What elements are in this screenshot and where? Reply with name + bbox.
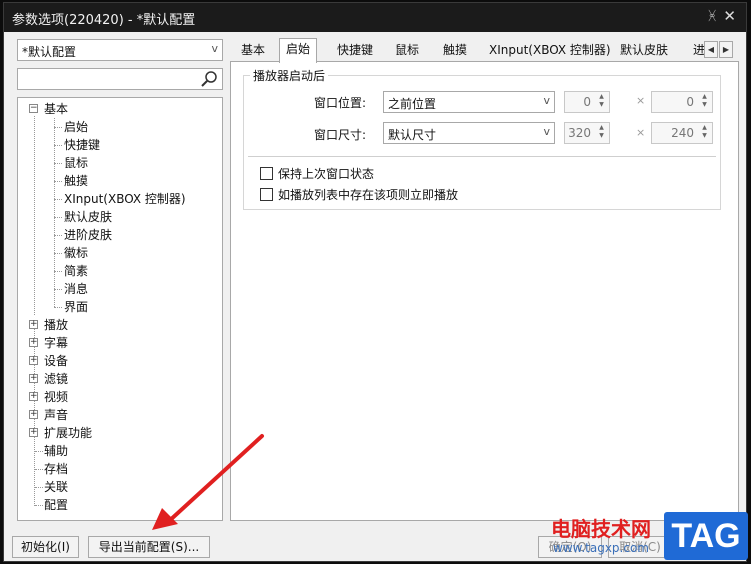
expand-icon[interactable]: + [29, 338, 38, 347]
startup-group: 播放器启动后 窗口位置: 之前位置 v 0 ▲ ▼ × 0 ▲ ▼ 窗口尺寸: 默认… [243, 67, 721, 210]
tree-item[interactable]: 播放 [44, 316, 68, 334]
tab-item[interactable]: 基本 [235, 40, 271, 62]
tree-item[interactable]: XInput(XBOX 控制器) [64, 190, 186, 208]
keep-window-state-checkbox[interactable] [260, 167, 273, 180]
tree-item[interactable]: 滤镜 [44, 370, 68, 388]
size-w-value: 320 [568, 126, 591, 140]
watermark-site-name: 电脑技术网 [551, 517, 651, 541]
group-title: 播放器启动后 [250, 67, 329, 84]
tree-item[interactable]: 消息 [64, 280, 88, 298]
chevron-down-icon: v [543, 125, 550, 138]
tree-item[interactable]: 配置 [44, 496, 68, 514]
pos-y-stepper[interactable]: 0 ▲ ▼ [651, 91, 713, 113]
close-icon[interactable]: ✕ [723, 7, 736, 25]
tree-item[interactable]: 徽标 [64, 244, 88, 262]
search-icon[interactable] [200, 70, 220, 88]
tab-panel-startup: 播放器启动后 窗口位置: 之前位置 v 0 ▲ ▼ × 0 ▲ ▼ 窗口尺寸: 默认… [230, 61, 739, 521]
position-label: 窗口位置: [314, 96, 367, 110]
expand-icon[interactable]: + [29, 356, 38, 365]
search-input[interactable] [17, 68, 223, 90]
tab-item[interactable]: 鼠标 [389, 40, 425, 62]
chevron-down-icon: v [543, 94, 550, 107]
chevron-down-icon: v [211, 42, 218, 55]
init-button[interactable]: 初始化(I) [12, 536, 79, 558]
divider [248, 156, 716, 157]
tree-item[interactable]: 存档 [44, 460, 68, 478]
size-h-value: 240 [671, 126, 694, 140]
times-sign: × [636, 94, 646, 107]
tab-item[interactable]: 默认皮肤 [614, 40, 674, 62]
position-value: 之前位置 [388, 97, 437, 111]
tree-item[interactable]: 界面 [64, 298, 88, 316]
watermark-url: www.tagxp.com [553, 541, 649, 555]
collapse-icon[interactable]: − [29, 104, 38, 113]
title-bar: 参数选项(220420) - *默认配置 ᚸ ✕ [4, 3, 746, 32]
profile-combo-value: *默认配置 [22, 45, 77, 59]
stepper-arrows-icon[interactable]: ▲ ▼ [698, 93, 711, 111]
tab-item[interactable]: 触摸 [437, 40, 473, 62]
tree-item[interactable]: 关联 [44, 478, 68, 496]
stepper-arrows-icon[interactable]: ▲ ▼ [698, 124, 711, 142]
size-label: 窗口尺寸: [314, 128, 367, 142]
tree-item[interactable]: 简素 [64, 262, 88, 280]
tab-strip: 基本 启始 快捷键 鼠标 触摸 XInput(XBOX 控制器) 默认皮肤进 ◀ ▶ [229, 38, 739, 63]
size-w-stepper[interactable]: 320 ▲ ▼ [564, 122, 610, 144]
export-config-button[interactable]: 导出当前配置(S)... [88, 536, 210, 558]
tree-item[interactable]: 声音 [44, 406, 68, 424]
tree-item[interactable]: 扩展功能 [44, 424, 92, 442]
stepper-arrows-icon[interactable]: ▲ ▼ [595, 124, 608, 142]
expand-icon[interactable]: + [29, 392, 38, 401]
play-if-in-playlist-checkbox[interactable] [260, 188, 273, 201]
tab-item[interactable]: 启始 [279, 38, 318, 63]
tree-item[interactable]: 默认皮肤 [64, 208, 112, 226]
keep-window-state-label: 保持上次窗口状态 [278, 167, 375, 181]
profile-combo[interactable]: *默认配置 v [17, 39, 223, 61]
window-title: 参数选项(220420) - *默认配置 [12, 13, 196, 28]
expand-icon[interactable]: + [29, 410, 38, 419]
size-select[interactable]: 默认尺寸 v [383, 122, 555, 144]
scroll-right-icon[interactable]: ▶ [719, 41, 733, 58]
tab-item[interactable]: 快捷键 [331, 40, 379, 62]
play-if-in-playlist-label: 如播放列表中存在该项则立即播放 [278, 188, 459, 202]
pin-icon[interactable]: ᚸ [708, 9, 716, 24]
tree-item[interactable]: 启始 [64, 118, 88, 136]
tab-item[interactable]: XInput(XBOX 控制器) [483, 40, 617, 62]
tag-logo: TAG [664, 512, 748, 560]
pos-x-stepper[interactable]: 0 ▲ ▼ [564, 91, 610, 113]
tree-item[interactable]: 字幕 [44, 334, 68, 352]
tree-item[interactable]: 触摸 [64, 172, 88, 190]
tree-item[interactable]: 视频 [44, 388, 68, 406]
tree-item[interactable]: 进阶皮肤 [64, 226, 112, 244]
size-h-stepper[interactable]: 240 ▲ ▼ [651, 122, 713, 144]
tree-item[interactable]: 设备 [44, 352, 68, 370]
tree-item[interactable]: 鼠标 [64, 154, 88, 172]
expand-icon[interactable]: + [29, 320, 38, 329]
times-sign: × [636, 126, 646, 139]
position-select[interactable]: 之前位置 v [383, 91, 555, 113]
scroll-left-icon[interactable]: ◀ [704, 41, 718, 58]
tree-item[interactable]: 基本 [44, 100, 68, 118]
preferences-window: 参数选项(220420) - *默认配置 ᚸ ✕ *默认配置 v − 基本 启始 快捷… [3, 2, 747, 562]
expand-icon[interactable]: + [29, 428, 38, 437]
stepper-arrows-icon[interactable]: ▲ ▼ [595, 93, 608, 111]
expand-icon[interactable]: + [29, 374, 38, 383]
pos-y-value: 0 [686, 95, 694, 109]
size-value: 默认尺寸 [388, 128, 437, 142]
pos-x-value: 0 [583, 95, 591, 109]
tree-item[interactable]: 辅助 [44, 442, 68, 460]
red-annotation-arrow [152, 434, 264, 530]
tree-item[interactable]: 快捷键 [64, 136, 100, 154]
